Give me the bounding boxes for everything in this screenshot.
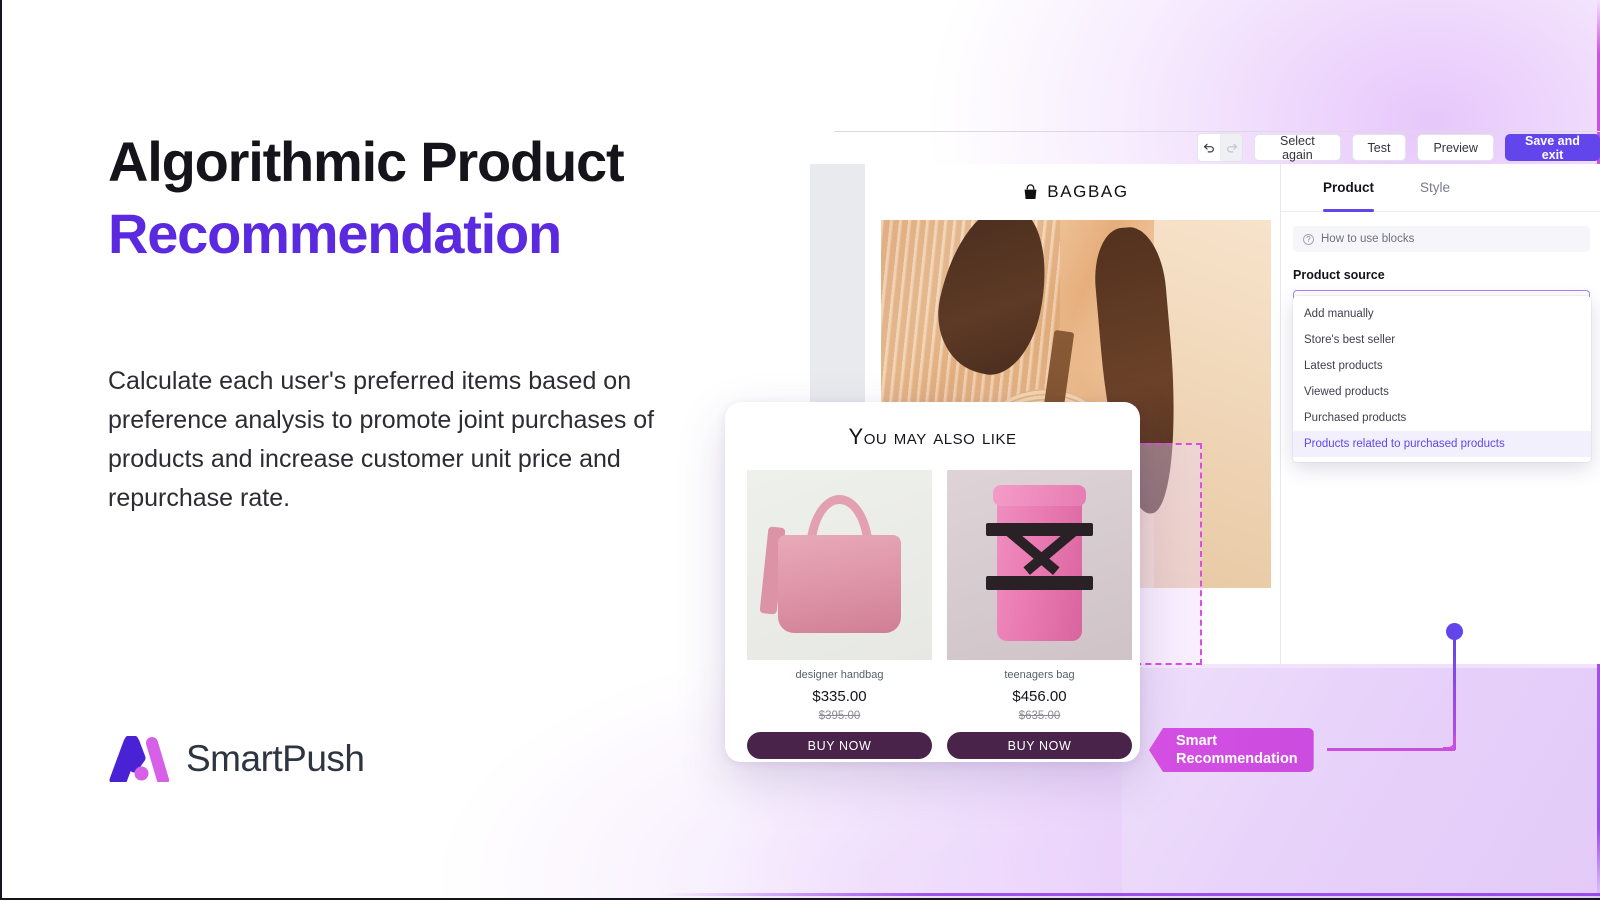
how-to-use-blocks-bar[interactable]: ? How to use blocks: [1293, 226, 1590, 252]
plate-bottom-edge-line: [662, 893, 1600, 896]
product-source-dropdown[interactable]: Add manually Store's best seller Latest …: [1293, 296, 1591, 462]
badge-line-1: Smart: [1176, 733, 1218, 749]
tab-product[interactable]: Product: [1323, 164, 1375, 212]
product-price: $335.00: [812, 688, 867, 705]
editor-window-top-rule: [834, 131, 1600, 132]
product-price: $456.00: [1012, 688, 1067, 705]
dropdown-option-stores-best-seller[interactable]: Store's best seller: [1293, 327, 1591, 353]
undo-button[interactable]: [1198, 134, 1221, 161]
product-old-price: $395.00: [818, 710, 861, 722]
question-circle-icon: ?: [1303, 233, 1314, 245]
preview-button[interactable]: Preview: [1417, 134, 1494, 161]
product-image-designer-handbag[interactable]: [747, 470, 932, 660]
email-brand-header: BAGBAG: [865, 164, 1287, 220]
dropdown-option-products-related-to-purchased-products[interactable]: Products related to purchased products: [1293, 431, 1591, 457]
badge-line-2: Recommendation: [1176, 751, 1298, 767]
page-title: Algorithmic Product Recommendation: [108, 126, 768, 270]
product-name: designer handbag: [795, 669, 884, 681]
recommendation-grid: designer handbag $335.00 $395.00 BUY NOW…: [747, 470, 1132, 759]
email-brand-name: BAGBAG: [1047, 182, 1129, 201]
dropdown-option-latest-products[interactable]: Latest products: [1293, 353, 1591, 379]
test-button[interactable]: Test: [1351, 134, 1407, 161]
poster-frame: Algorithmic Product Recommendation Calcu…: [0, 0, 1600, 900]
recommendation-title: You may also like: [848, 424, 1017, 449]
buy-now-button[interactable]: BUY NOW: [947, 732, 1132, 759]
teenagers-bag-band-top: [985, 523, 1094, 537]
hero-description: Calculate each user's preferred items ba…: [108, 367, 655, 512]
editor-toolbar: Select again Test Preview Save and exit: [1197, 133, 1600, 162]
tab-style[interactable]: Style: [1420, 164, 1450, 212]
select-again-button[interactable]: Select again: [1254, 134, 1341, 162]
background-purple-plate: [1122, 668, 1600, 898]
headline-line-2: Recommendation: [108, 202, 562, 265]
undo-redo-group: [1197, 133, 1244, 162]
product-source-label: Product source: [1293, 268, 1385, 282]
connector-vertical-line: [1453, 636, 1456, 750]
product-image-teenagers-bag[interactable]: [947, 470, 1132, 660]
headline-line-1: Algorithmic Product: [108, 130, 625, 193]
handbag-icon: [1024, 184, 1037, 199]
buy-now-button[interactable]: BUY NOW: [747, 732, 932, 759]
block-settings-panel: Product Style ? How to use blocks Produc…: [1280, 164, 1600, 664]
panel-tabs: Product Style: [1281, 164, 1600, 212]
connector-horizontal-line: [1327, 748, 1455, 751]
undo-arrow-icon: [1203, 143, 1214, 153]
product-recommendation-card: You may also like designer handbag $335.…: [725, 402, 1140, 762]
product-name: teenagers bag: [1004, 669, 1075, 681]
product-item: teenagers bag $456.00 $635.00 BUY NOW: [947, 470, 1132, 759]
brand-logo: SmartPush: [108, 736, 365, 782]
smart-recommendation-badge: Smart Recommendation: [1149, 728, 1314, 772]
redo-button[interactable]: [1220, 134, 1243, 161]
smartpush-logo-icon: [109, 736, 169, 782]
save-and-exit-button[interactable]: Save and exit: [1504, 134, 1600, 162]
teenagers-bag-band-bottom: [985, 576, 1094, 590]
handbag-body: [778, 534, 901, 634]
redo-arrow-icon: [1226, 143, 1237, 153]
teenagers-bag-lid: [993, 485, 1086, 507]
how-to-use-blocks-label: How to use blocks: [1321, 233, 1415, 245]
logo-wordmark: SmartPush: [186, 738, 365, 779]
product-item: designer handbag $335.00 $395.00 BUY NOW: [747, 470, 932, 759]
dropdown-option-add-manually[interactable]: Add manually: [1293, 301, 1591, 327]
dropdown-option-purchased-products[interactable]: Purchased products: [1293, 405, 1591, 431]
product-old-price: $635.00: [1018, 710, 1061, 722]
dropdown-option-viewed-products[interactable]: Viewed products: [1293, 379, 1591, 405]
